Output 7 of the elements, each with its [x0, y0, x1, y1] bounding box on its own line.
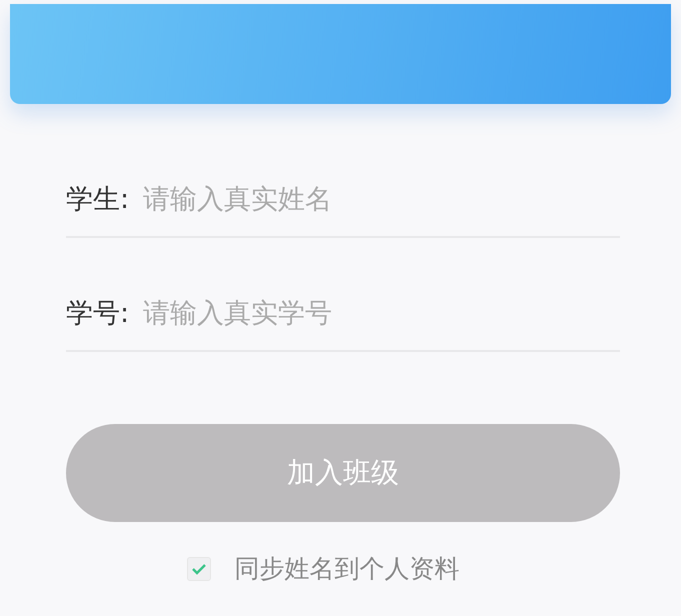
checkbox[interactable]: [186, 556, 210, 580]
checkmark-icon: [190, 562, 206, 574]
field-label: 学号:: [66, 297, 130, 331]
sync-label: 同步姓名到个人资料: [234, 553, 460, 585]
field-label: 学生:: [66, 183, 130, 217]
input-field[interactable]: 请输入真实学号: [141, 296, 620, 330]
input-field[interactable]: 请输入真实姓名: [141, 182, 620, 216]
